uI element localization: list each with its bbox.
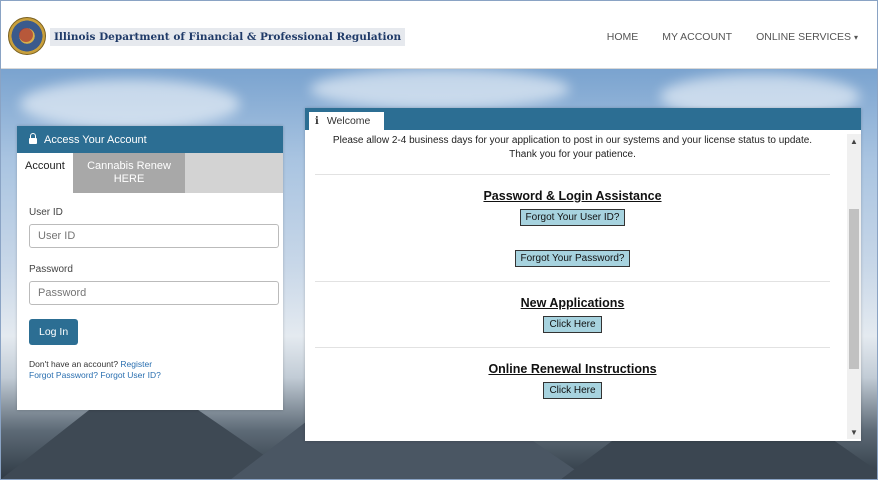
user-id-input[interactable] [29,224,279,248]
tab-cannabis-renew[interactable]: Cannabis Renew HERE [73,153,185,193]
welcome-tab-label: Welcome [326,115,371,127]
password-login-section: Password & Login Assistance Forgot Your … [315,175,830,282]
site-header: Illinois Department of Financial & Profe… [0,0,878,69]
section-title: New Applications [520,296,625,310]
renewal-instructions-button[interactable]: Click Here [543,382,602,399]
forgot-user-id-button[interactable]: Forgot Your User ID? [519,209,626,226]
password-label: Password [29,264,73,275]
register-link[interactable]: Register [120,359,152,369]
nav-home[interactable]: HOME [607,31,639,43]
user-id-label: User ID [29,207,63,218]
account-links: Don't have an account? Register Forgot P… [29,359,271,381]
login-title: Access Your Account [44,133,147,146]
notice-line-1: Please allow 2-4 business days for your … [332,135,813,146]
cloud [20,79,240,129]
scroll-thumb[interactable] [849,209,859,369]
state-seal-logo[interactable] [8,17,46,55]
login-header: Access Your Account [17,126,283,153]
section-title: Password & Login Assistance [483,189,662,203]
processing-notice: Please allow 2-4 business days for your … [315,134,830,175]
login-panel: Access Your Account Account Cannabis Ren… [17,126,283,410]
top-nav: HOME MY ACCOUNT ONLINE SERVICES ▾ [607,31,858,43]
forgot-password-link[interactable]: Forgot Password? [29,370,98,380]
scroll-down-arrow-icon[interactable]: ▼ [847,425,861,439]
tab-welcome[interactable]: i Welcome [309,112,384,130]
login-button[interactable]: Log In [29,319,79,345]
chevron-down-icon: ▾ [853,33,858,42]
cloud [310,69,570,109]
welcome-panel: i Welcome Please allow 2-4 business days… [305,108,861,441]
welcome-content: Please allow 2-4 business days for your … [315,134,830,439]
online-renewal-section: Online Renewal Instructions Click Here [315,348,830,399]
nav-my-account[interactable]: MY ACCOUNT [662,31,732,43]
info-icon: i [315,115,319,127]
brand-title[interactable]: Illinois Department of Financial & Profe… [50,28,406,46]
scrollbar[interactable]: ▲ ▼ [847,134,861,439]
lock-icon [29,132,37,144]
password-input[interactable] [29,281,279,305]
scroll-up-arrow-icon[interactable]: ▲ [847,134,861,148]
login-tabs: Account Cannabis Renew HERE [17,153,283,193]
new-applications-section: New Applications Click Here [315,282,830,348]
section-title: Online Renewal Instructions [488,362,657,376]
forgot-user-id-link[interactable]: Forgot User ID? [100,370,160,380]
forgot-password-button[interactable]: Forgot Your Password? [514,250,631,267]
welcome-bar: i Welcome [305,108,861,130]
new-applications-button[interactable]: Click Here [543,316,602,333]
tab-account[interactable]: Account [17,153,73,193]
no-account-text: Don't have an account? [29,359,119,369]
notice-line-2: Thank you for your patience. [509,149,636,160]
login-form: User ID Password Log In Don't have an ac… [17,193,283,391]
nav-online-services[interactable]: ONLINE SERVICES ▾ [756,31,858,43]
nav-online-services-label: ONLINE SERVICES [756,31,851,43]
